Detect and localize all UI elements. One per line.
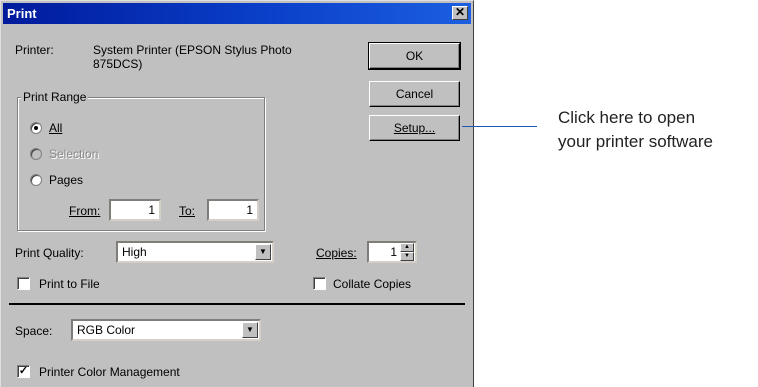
printer-name: System Printer (EPSON Stylus Photo 875DC…: [93, 43, 292, 71]
print-quality-value: High: [122, 245, 147, 259]
ok-button[interactable]: OK: [368, 42, 461, 70]
color-management-checkbox[interactable]: ✓: [17, 365, 30, 378]
radio-selection[interactable]: [30, 148, 42, 160]
print-dialog: Print ✕ Printer: System Printer (EPSON S…: [0, 0, 474, 387]
collate-label: Collate Copies: [333, 277, 412, 291]
callout-line-2: your printer software: [558, 132, 713, 151]
title-bar[interactable]: Print ✕: [3, 3, 471, 24]
print-to-file-label: Print to File: [39, 277, 100, 291]
cancel-button[interactable]: Cancel: [369, 81, 460, 107]
radio-all-label: All: [49, 121, 63, 135]
color-management-label: Printer Color Management: [39, 365, 180, 379]
radio-all[interactable]: [30, 122, 42, 134]
spin-up-icon[interactable]: ▲: [400, 243, 414, 252]
print-quality-label: Print Quality:: [15, 246, 84, 260]
copies-input[interactable]: 1 ▲ ▼: [367, 241, 417, 263]
copies-value: 1: [390, 245, 397, 259]
callout-line: [462, 126, 537, 127]
radio-selected-dot: [34, 126, 38, 130]
copies-label: Copies:: [316, 246, 357, 260]
dialog-title: Print: [7, 6, 37, 21]
radio-pages-label: Pages: [49, 173, 84, 187]
to-label: To:: [179, 204, 196, 218]
chevron-down-icon[interactable]: ▼: [255, 244, 271, 260]
chevron-down-icon[interactable]: ▼: [242, 322, 258, 338]
close-icon[interactable]: ✕: [452, 6, 468, 20]
from-label: From:: [69, 204, 101, 218]
from-input[interactable]: 1: [109, 199, 161, 221]
space-select[interactable]: RGB Color ▼: [71, 319, 261, 341]
print-range-title: Print Range: [21, 90, 89, 104]
space-value: RGB Color: [77, 323, 136, 337]
radio-pages[interactable]: [30, 174, 42, 186]
callout-text: Click here to open your printer software: [558, 106, 713, 154]
radio-selection-label: Selection: [49, 147, 99, 161]
to-input[interactable]: 1: [207, 199, 259, 221]
print-quality-select[interactable]: High ▼: [116, 241, 274, 263]
divider: [9, 303, 465, 305]
spin-down-icon[interactable]: ▼: [400, 252, 414, 261]
setup-button[interactable]: Setup...: [369, 115, 460, 141]
print-to-file-checkbox[interactable]: [17, 277, 30, 290]
callout-line-1: Click here to open: [558, 108, 696, 127]
printer-label: Printer:: [15, 43, 54, 57]
space-label: Space:: [15, 324, 53, 338]
collate-checkbox[interactable]: [313, 277, 326, 290]
